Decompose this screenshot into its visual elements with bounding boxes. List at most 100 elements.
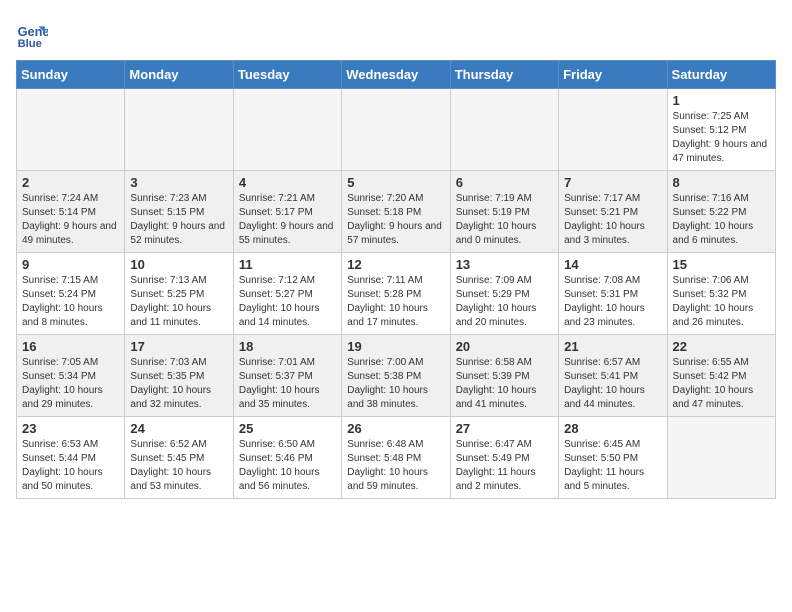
day-number: 13 bbox=[456, 257, 553, 272]
day-info: Sunrise: 7:09 AM Sunset: 5:29 PM Dayligh… bbox=[456, 274, 553, 330]
day-cell: 3Sunrise: 7:23 AM Sunset: 5:15 PM Daylig… bbox=[125, 171, 233, 253]
day-number: 9 bbox=[22, 257, 119, 272]
day-number: 25 bbox=[239, 421, 336, 436]
day-cell: 22 Sunrise: 6:55 AM Sunset: 5:42 PM Dayli… bbox=[667, 335, 775, 417]
day-number: 17 bbox=[130, 339, 227, 354]
svg-text:General: General bbox=[18, 24, 48, 39]
day-info: Sunrise: 7:19 AM Sunset: 5:19 PM Dayligh… bbox=[456, 192, 553, 248]
day-number: 20 bbox=[456, 339, 553, 354]
day-cell: 19 Sunrise: 7:00 AM Sunset: 5:38 PM Dayli… bbox=[342, 335, 450, 417]
week-row-4: 16 Sunrise: 7:05 AM Sunset: 5:34 PM Dayli… bbox=[17, 335, 776, 417]
day-info: Sunrise: 7:15 AM Sunset: 5:24 PM Dayligh… bbox=[22, 274, 119, 330]
day-info: Sunrise: 7:06 AM Sunset: 5:32 PM Dayligh… bbox=[673, 274, 770, 330]
week-row-5: 23 Sunrise: 6:53 AM Sunset: 5:44 PM Dayli… bbox=[17, 417, 776, 499]
day-number: 19 bbox=[347, 339, 444, 354]
day-number: 10 bbox=[130, 257, 227, 272]
day-info: Sunrise: 7:21 AM Sunset: 5:17 PM Dayligh… bbox=[239, 192, 336, 248]
day-info: Sunrise: 7:16 AM Sunset: 5:22 PM Dayligh… bbox=[673, 192, 770, 248]
day-info: Sunrise: 7:24 AM Sunset: 5:14 PM Dayligh… bbox=[22, 192, 119, 248]
day-cell: 1 Sunrise: 7:25 AM Sunset: 5:12 PM Daylig… bbox=[667, 89, 775, 171]
day-cell bbox=[559, 89, 667, 171]
day-info: Sunrise: 6:58 AM Sunset: 5:39 PM Dayligh… bbox=[456, 356, 553, 412]
day-info: Sunrise: 7:11 AM Sunset: 5:28 PM Dayligh… bbox=[347, 274, 444, 330]
day-number: 1 bbox=[673, 93, 770, 108]
weekday-header-tuesday: Tuesday bbox=[233, 61, 341, 89]
day-info: Sunrise: 6:47 AM Sunset: 5:49 PM Dayligh… bbox=[456, 438, 553, 494]
day-info: Sunrise: 7:20 AM Sunset: 5:18 PM Dayligh… bbox=[347, 192, 444, 248]
day-cell: 12 Sunrise: 7:11 AM Sunset: 5:28 PM Dayli… bbox=[342, 253, 450, 335]
day-number: 2 bbox=[22, 175, 119, 190]
day-cell: 2 Sunrise: 7:24 AM Sunset: 5:14 PM Daylig… bbox=[17, 171, 125, 253]
weekday-header-friday: Friday bbox=[559, 61, 667, 89]
day-cell: 4 Sunrise: 7:21 AM Sunset: 5:17 PM Daylig… bbox=[233, 171, 341, 253]
day-info: Sunrise: 7:05 AM Sunset: 5:34 PM Dayligh… bbox=[22, 356, 119, 412]
day-info: Sunrise: 6:48 AM Sunset: 5:48 PM Dayligh… bbox=[347, 438, 444, 494]
weekday-header-wednesday: Wednesday bbox=[342, 61, 450, 89]
day-cell bbox=[125, 89, 233, 171]
day-cell: 20 Sunrise: 6:58 AM Sunset: 5:39 PM Dayli… bbox=[450, 335, 558, 417]
day-cell: 14 Sunrise: 7:08 AM Sunset: 5:31 PM Dayli… bbox=[559, 253, 667, 335]
week-row-1: 1 Sunrise: 7:25 AM Sunset: 5:12 PM Daylig… bbox=[17, 89, 776, 171]
weekday-header-saturday: Saturday bbox=[667, 61, 775, 89]
day-number: 14 bbox=[564, 257, 661, 272]
day-cell bbox=[233, 89, 341, 171]
svg-text:Blue: Blue bbox=[18, 38, 42, 50]
day-info: Sunrise: 7:12 AM Sunset: 5:27 PM Dayligh… bbox=[239, 274, 336, 330]
day-number: 3 bbox=[130, 175, 227, 190]
day-cell bbox=[667, 417, 775, 499]
week-row-2: 2 Sunrise: 7:24 AM Sunset: 5:14 PM Daylig… bbox=[17, 171, 776, 253]
day-info: Sunrise: 7:03 AM Sunset: 5:35 PM Dayligh… bbox=[130, 356, 227, 412]
day-info: Sunrise: 6:52 AM Sunset: 5:45 PM Dayligh… bbox=[130, 438, 227, 494]
day-cell: 7 Sunrise: 7:17 AM Sunset: 5:21 PM Daylig… bbox=[559, 171, 667, 253]
day-number: 16 bbox=[22, 339, 119, 354]
day-number: 7 bbox=[564, 175, 661, 190]
day-cell bbox=[450, 89, 558, 171]
day-number: 28 bbox=[564, 421, 661, 436]
day-number: 15 bbox=[673, 257, 770, 272]
day-cell: 26 Sunrise: 6:48 AM Sunset: 5:48 PM Dayli… bbox=[342, 417, 450, 499]
logo-icon: General Blue bbox=[16, 20, 48, 52]
day-number: 22 bbox=[673, 339, 770, 354]
day-cell: 24 Sunrise: 6:52 AM Sunset: 5:45 PM Dayli… bbox=[125, 417, 233, 499]
weekday-header-sunday: Sunday bbox=[17, 61, 125, 89]
day-number: 26 bbox=[347, 421, 444, 436]
logo: General Blue bbox=[16, 20, 52, 52]
day-info: Sunrise: 6:53 AM Sunset: 5:44 PM Dayligh… bbox=[22, 438, 119, 494]
day-cell: 27 Sunrise: 6:47 AM Sunset: 5:49 PM Dayli… bbox=[450, 417, 558, 499]
day-info: Sunrise: 7:13 AM Sunset: 5:25 PM Dayligh… bbox=[130, 274, 227, 330]
week-row-3: 9 Sunrise: 7:15 AM Sunset: 5:24 PM Daylig… bbox=[17, 253, 776, 335]
day-number: 4 bbox=[239, 175, 336, 190]
day-cell: 5 Sunrise: 7:20 AM Sunset: 5:18 PM Daylig… bbox=[342, 171, 450, 253]
day-cell: 6 Sunrise: 7:19 AM Sunset: 5:19 PM Daylig… bbox=[450, 171, 558, 253]
day-cell: 13 Sunrise: 7:09 AM Sunset: 5:29 PM Dayli… bbox=[450, 253, 558, 335]
day-info: Sunrise: 7:17 AM Sunset: 5:21 PM Dayligh… bbox=[564, 192, 661, 248]
day-cell: 25Sunrise: 6:50 AM Sunset: 5:46 PM Dayli… bbox=[233, 417, 341, 499]
day-cell bbox=[17, 89, 125, 171]
day-info: Sunrise: 7:01 AM Sunset: 5:37 PM Dayligh… bbox=[239, 356, 336, 412]
day-cell: 28Sunrise: 6:45 AM Sunset: 5:50 PM Dayli… bbox=[559, 417, 667, 499]
day-number: 23 bbox=[22, 421, 119, 436]
day-cell: 10 Sunrise: 7:13 AM Sunset: 5:25 PM Dayli… bbox=[125, 253, 233, 335]
weekday-header-monday: Monday bbox=[125, 61, 233, 89]
day-number: 6 bbox=[456, 175, 553, 190]
weekday-header-row: SundayMondayTuesdayWednesdayThursdayFrid… bbox=[17, 61, 776, 89]
day-cell: 8 Sunrise: 7:16 AM Sunset: 5:22 PM Daylig… bbox=[667, 171, 775, 253]
day-cell: 15 Sunrise: 7:06 AM Sunset: 5:32 PM Dayli… bbox=[667, 253, 775, 335]
day-info: Sunrise: 7:08 AM Sunset: 5:31 PM Dayligh… bbox=[564, 274, 661, 330]
day-cell: 11Sunrise: 7:12 AM Sunset: 5:27 PM Dayli… bbox=[233, 253, 341, 335]
day-cell: 17 Sunrise: 7:03 AM Sunset: 5:35 PM Dayli… bbox=[125, 335, 233, 417]
day-number: 18 bbox=[239, 339, 336, 354]
day-number: 24 bbox=[130, 421, 227, 436]
day-info: Sunrise: 7:25 AM Sunset: 5:12 PM Dayligh… bbox=[673, 110, 770, 166]
day-number: 8 bbox=[673, 175, 770, 190]
day-number: 21 bbox=[564, 339, 661, 354]
day-cell: 9 Sunrise: 7:15 AM Sunset: 5:24 PM Daylig… bbox=[17, 253, 125, 335]
day-cell: 18 Sunrise: 7:01 AM Sunset: 5:37 PM Dayli… bbox=[233, 335, 341, 417]
day-cell: 23 Sunrise: 6:53 AM Sunset: 5:44 PM Dayli… bbox=[17, 417, 125, 499]
day-info: Sunrise: 7:00 AM Sunset: 5:38 PM Dayligh… bbox=[347, 356, 444, 412]
page-header: General Blue bbox=[16, 16, 776, 52]
day-number: 27 bbox=[456, 421, 553, 436]
day-number: 12 bbox=[347, 257, 444, 272]
day-info: Sunrise: 6:55 AM Sunset: 5:42 PM Dayligh… bbox=[673, 356, 770, 412]
day-number: 5 bbox=[347, 175, 444, 190]
